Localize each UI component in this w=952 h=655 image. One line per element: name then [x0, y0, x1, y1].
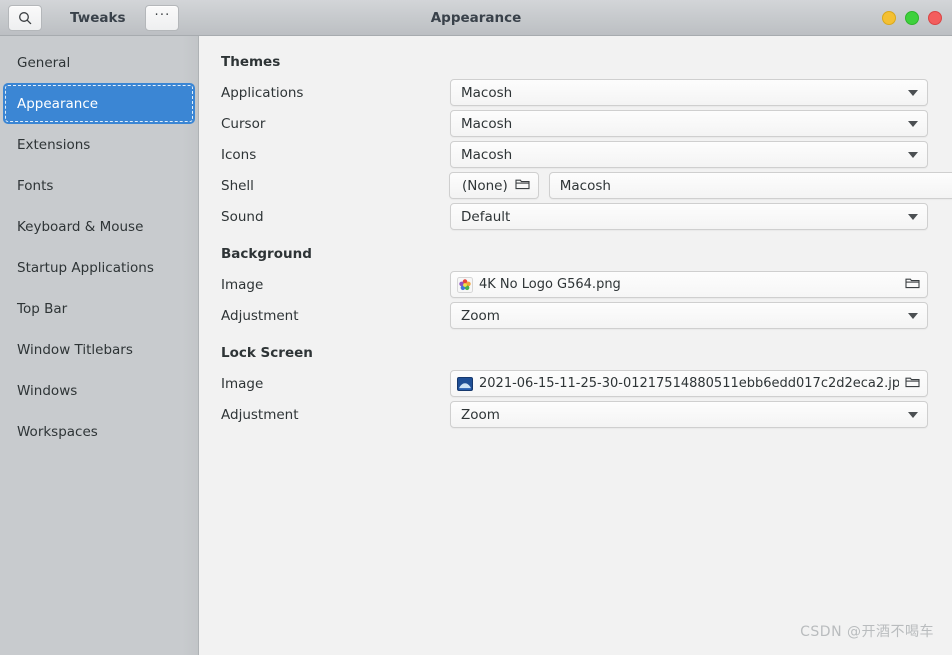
sidebar: General Appearance Extensions Fonts Keyb… [0, 36, 199, 655]
sound-theme-combo[interactable]: Default [450, 203, 928, 230]
sound-theme-value: Default [461, 209, 900, 225]
maximize-button[interactable] [905, 11, 919, 25]
cursor-theme-combo[interactable]: Macosh [450, 110, 928, 137]
shell-theme-value: Macosh [560, 178, 952, 194]
lock-screen-group-title: Lock Screen [221, 345, 928, 361]
lockscreen-adjustment-value: Zoom [461, 407, 900, 423]
menu-button[interactable]: ··· [145, 5, 179, 31]
folder-icon [515, 177, 530, 194]
image-thumbnail-icon [457, 277, 473, 293]
applications-theme-value: Macosh [461, 85, 900, 101]
label-sound: Sound [221, 209, 449, 225]
background-adjustment-value: Zoom [461, 308, 900, 324]
themes-group-title: Themes [221, 54, 928, 70]
sidebar-item-startup-applications[interactable]: Startup Applications [3, 247, 195, 288]
label-background-image: Image [221, 277, 449, 293]
chevron-down-icon [908, 214, 918, 220]
lockscreen-adjustment-combo[interactable]: Zoom [450, 401, 928, 428]
folder-icon [905, 375, 920, 392]
label-shell: Shell [221, 178, 449, 194]
photo-thumbnail-icon [457, 376, 473, 392]
shell-theme-file-button[interactable]: (None) [449, 172, 539, 199]
cursor-theme-value: Macosh [461, 116, 900, 132]
titlebar: Tweaks ··· Appearance [0, 0, 952, 36]
window-body: General Appearance Extensions Fonts Keyb… [0, 36, 952, 655]
row-lockscreen-image: Image 2021-06-15-11-25-30-01217514880511… [221, 368, 928, 399]
shell-theme-combo[interactable]: Macosh [549, 172, 952, 199]
chevron-down-icon [908, 152, 918, 158]
search-icon [18, 11, 32, 25]
chevron-down-icon [908, 90, 918, 96]
row-background-adjustment: Adjustment Zoom [221, 300, 928, 331]
background-image-filechooser[interactable]: 4K No Logo G564.png [450, 271, 928, 298]
label-lockscreen-adjustment: Adjustment [221, 407, 449, 423]
ellipsis-icon: ··· [154, 9, 170, 27]
lockscreen-image-filechooser[interactable]: 2021-06-15-11-25-30-01217514880511ebb6ed… [450, 370, 928, 397]
sidebar-item-appearance[interactable]: Appearance [3, 83, 195, 124]
label-cursor: Cursor [221, 116, 449, 132]
folder-icon [905, 276, 920, 293]
background-adjustment-combo[interactable]: Zoom [450, 302, 928, 329]
row-cursor-theme: Cursor Macosh [221, 108, 928, 139]
sidebar-item-general[interactable]: General [3, 42, 195, 83]
tweaks-window: Tweaks ··· Appearance General Appearance… [0, 0, 952, 655]
row-shell-theme: Shell (None) Macosh [221, 170, 928, 201]
sidebar-item-top-bar[interactable]: Top Bar [3, 288, 195, 329]
sidebar-item-window-titlebars[interactable]: Window Titlebars [3, 329, 195, 370]
window-controls [882, 0, 942, 35]
background-group: Background Image [221, 246, 928, 331]
sidebar-item-workspaces[interactable]: Workspaces [3, 411, 195, 452]
chevron-down-icon [908, 313, 918, 319]
row-background-image: Image [221, 269, 928, 300]
sidebar-item-keyboard-mouse[interactable]: Keyboard & Mouse [3, 206, 195, 247]
label-applications: Applications [221, 85, 449, 101]
sidebar-item-extensions[interactable]: Extensions [3, 124, 195, 165]
row-icons-theme: Icons Macosh [221, 139, 928, 170]
app-title: Tweaks [70, 10, 125, 26]
icons-theme-combo[interactable]: Macosh [450, 141, 928, 168]
background-image-value: 4K No Logo G564.png [479, 277, 899, 292]
label-background-adjustment: Adjustment [221, 308, 449, 324]
shell-theme-file-value: (None) [462, 178, 508, 194]
chevron-down-icon [908, 412, 918, 418]
close-button[interactable] [928, 11, 942, 25]
sidebar-item-windows[interactable]: Windows [3, 370, 195, 411]
label-lockscreen-image: Image [221, 376, 449, 392]
lockscreen-image-value: 2021-06-15-11-25-30-01217514880511ebb6ed… [479, 376, 899, 391]
sidebar-item-fonts[interactable]: Fonts [3, 165, 195, 206]
row-applications-theme: Applications Macosh [221, 77, 928, 108]
row-lockscreen-adjustment: Adjustment Zoom [221, 399, 928, 430]
applications-theme-combo[interactable]: Macosh [450, 79, 928, 106]
chevron-down-icon [908, 121, 918, 127]
row-sound-theme: Sound Default [221, 201, 928, 232]
search-button[interactable] [8, 5, 42, 31]
label-icons: Icons [221, 147, 449, 163]
lock-screen-group: Lock Screen Image 202 [221, 345, 928, 430]
background-group-title: Background [221, 246, 928, 262]
themes-group: Themes Applications Macosh Cursor Ma [221, 54, 928, 232]
content-pane: Themes Applications Macosh Cursor Ma [199, 36, 952, 655]
icons-theme-value: Macosh [461, 147, 900, 163]
minimize-button[interactable] [882, 11, 896, 25]
watermark: CSDN @开酒不喝车 [800, 621, 934, 641]
titlebar-left-controls: Tweaks ··· [8, 5, 179, 31]
